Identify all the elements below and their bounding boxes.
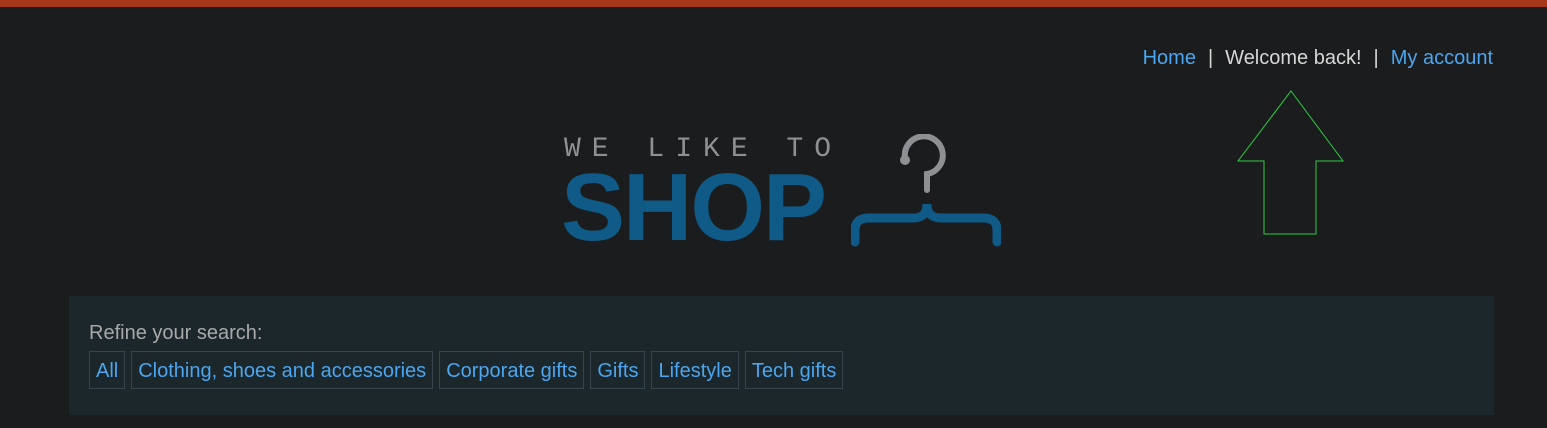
nav-separator: |: [1207, 47, 1214, 69]
nav-separator: |: [1373, 47, 1379, 69]
logo-name: SHOP: [561, 154, 827, 261]
filter-tech-gifts[interactable]: Tech gifts: [744, 351, 844, 389]
filter-gifts[interactable]: Gifts: [590, 351, 646, 389]
filter-corporate-gifts[interactable]: Corporate gifts: [439, 351, 585, 389]
site-logo[interactable]: WE LIKE TO SHOP: [561, 128, 1001, 256]
top-navigation: Home | Welcome back! | My account: [1143, 47, 1493, 70]
home-link[interactable]: Home: [1143, 47, 1196, 69]
welcome-message: Welcome back!: [1225, 47, 1362, 69]
my-account-link[interactable]: My account: [1391, 47, 1493, 69]
up-arrow-icon: [1236, 90, 1344, 235]
refine-search-label: Refine your search:: [89, 322, 263, 344]
filter-all[interactable]: All: [89, 351, 126, 389]
hanger-icon: [851, 134, 1001, 247]
category-filter-list: All Clothing, shoes and accessories Corp…: [89, 351, 844, 389]
top-accent-bar: [0, 0, 1547, 7]
filter-lifestyle[interactable]: Lifestyle: [651, 351, 739, 389]
filter-clothing-shoes-accessories[interactable]: Clothing, shoes and accessories: [131, 351, 434, 389]
refine-search-panel: Refine your search: All Clothing, shoes …: [69, 296, 1494, 415]
